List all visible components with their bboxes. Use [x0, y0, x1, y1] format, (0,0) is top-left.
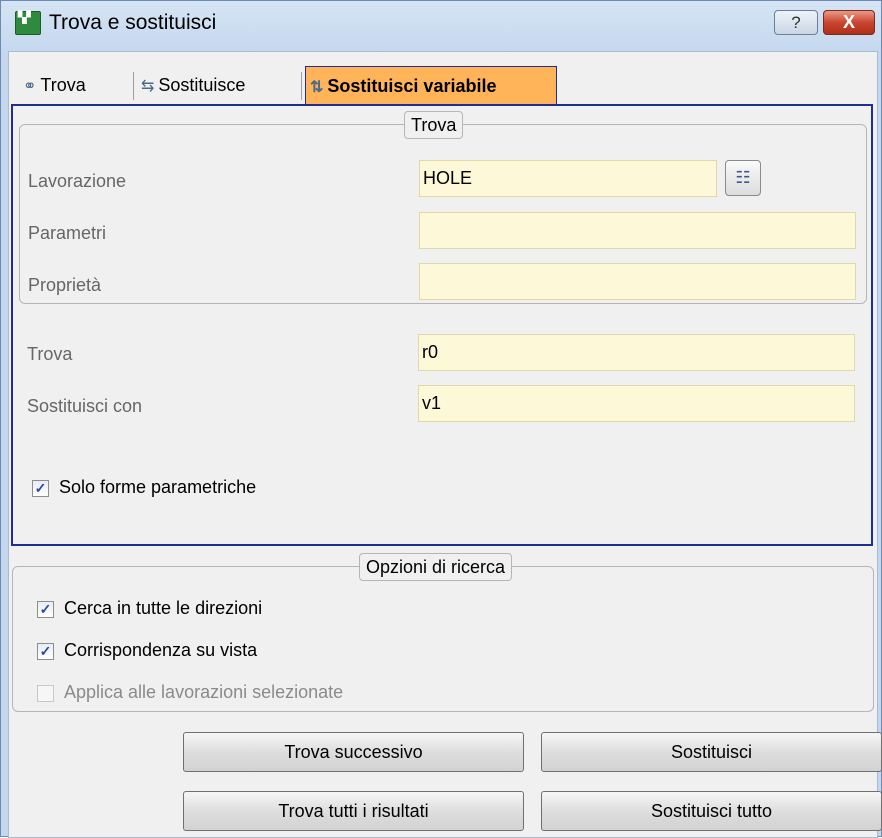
match-view-label: Corrispondenza su vista: [64, 640, 258, 660]
tab-sostituisci-variabile[interactable]: ⇅ Sostituisci variabile: [305, 66, 557, 105]
all-directions-label: Cerca in tutte le direzioni: [64, 598, 263, 618]
tab-sostituisce[interactable]: ⇆ Sostituisce: [137, 66, 249, 104]
find-next-button[interactable]: Trova successivo: [183, 732, 524, 772]
proprieta-label: Proprietà: [28, 275, 102, 295]
sostituisci-con-field[interactable]: v1: [418, 385, 855, 422]
tab-panel: Trova Lavorazione HOLE ☷ Parametri Propr…: [11, 104, 873, 546]
window-title: Trova e sostituisci: [49, 11, 217, 34]
replace-icon: ⇆: [141, 78, 155, 95]
parametri-label: Parametri: [28, 223, 107, 243]
lavorazione-field[interactable]: HOLE: [419, 160, 717, 197]
tab-divider: [133, 72, 134, 100]
match-view-checkbox[interactable]: ✓: [37, 643, 54, 660]
binoculars-icon: ⚭: [23, 78, 37, 95]
solo-forme-label: Solo forme parametriche: [59, 477, 257, 497]
search-options-legend: Opzioni di ricerca: [359, 553, 513, 581]
replace-variable-icon: ⇅: [310, 79, 324, 96]
help-button[interactable]: ?: [774, 10, 818, 35]
replace-all-button[interactable]: Sostituisci tutto: [541, 791, 882, 831]
tab-divider: [301, 72, 302, 100]
trova-field[interactable]: r0: [418, 334, 855, 371]
edit-list-icon: ☷: [735, 168, 751, 187]
dialog-body: ⚭ Trova ⇆ Sostituisce ⇅ Sostituisci variabi…: [8, 51, 882, 838]
apply-selected-checkbox[interactable]: [37, 685, 54, 702]
lavorazione-label: Lavorazione: [28, 171, 127, 191]
tab-label: Trova: [40, 75, 86, 95]
tab-label: Sostituisce: [158, 75, 246, 95]
replace-button[interactable]: Sostituisci: [541, 732, 882, 772]
proprieta-field[interactable]: [419, 263, 856, 300]
find-groupbox: Trova Lavorazione HOLE ☷ Parametri Propr…: [19, 111, 867, 304]
apply-selected-label: Applica alle lavorazioni selezionate: [64, 682, 344, 702]
select-machining-button[interactable]: ☷: [725, 160, 761, 196]
parametri-field[interactable]: [419, 212, 856, 249]
trova-label: Trova: [27, 344, 73, 364]
find-all-button[interactable]: Trova tutti i risultati: [183, 791, 524, 831]
app-icon: ▚▘: [15, 11, 41, 35]
all-directions-checkbox[interactable]: ✓: [37, 601, 54, 618]
tab-label: Sostituisci variabile: [327, 76, 497, 96]
title-bar[interactable]: ▚▘ Trova e sostituisci ? X: [1, 1, 881, 51]
tab-strip: ⚭ Trova ⇆ Sostituisce ⇅ Sostituisci variabi…: [9, 66, 877, 105]
sostituisci-con-label: Sostituisci con: [27, 396, 143, 416]
find-replace-window: ▚▘ Trova e sostituisci ? X ⚭ Trova ⇆ Sosti…: [0, 0, 882, 838]
search-options-groupbox: Opzioni di ricerca ✓ Cerca in tutte le d…: [12, 553, 874, 712]
find-group-legend: Trova: [404, 111, 464, 139]
tab-trova[interactable]: ⚭ Trova: [19, 66, 90, 104]
solo-forme-checkbox[interactable]: ✓: [32, 480, 49, 497]
close-button[interactable]: X: [823, 10, 875, 35]
